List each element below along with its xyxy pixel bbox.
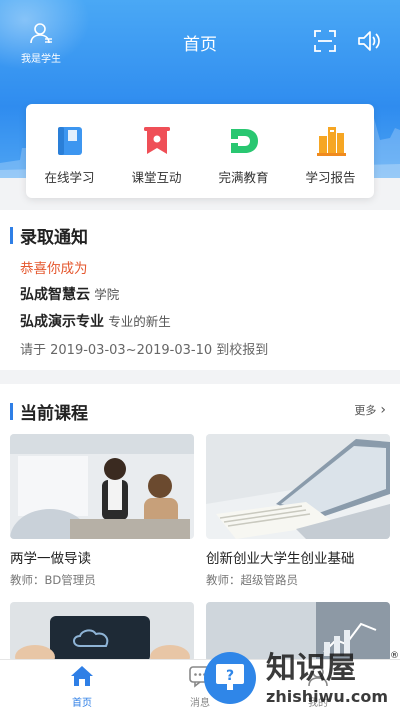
school-line: 弘成智慧云 学院 bbox=[20, 284, 400, 304]
quick-action-full-education[interactable]: 完满教育 bbox=[200, 104, 287, 198]
audio-button[interactable] bbox=[356, 28, 382, 54]
course-teacher: 教师：BD管理员 bbox=[10, 573, 96, 587]
major-suffix: 专业的新生 bbox=[108, 314, 171, 329]
tab-label: 首页 bbox=[72, 698, 92, 709]
more-courses-link[interactable]: 更多 › bbox=[354, 402, 386, 418]
page-title: 首页 bbox=[183, 35, 217, 55]
school-suffix: 学院 bbox=[94, 287, 120, 302]
quick-action-label: 在线学习 bbox=[44, 170, 95, 185]
book-icon bbox=[57, 127, 82, 155]
more-label: 更多 bbox=[354, 404, 377, 417]
section-header: 当前课程 bbox=[0, 396, 400, 426]
quick-action-online-learning[interactable]: 在线学习 bbox=[26, 104, 113, 198]
course-card[interactable] bbox=[10, 602, 194, 662]
scan-icon bbox=[314, 30, 336, 52]
section-accent-bar bbox=[10, 226, 13, 244]
section-header: 录取通知 bbox=[0, 220, 400, 250]
d-letter-icon bbox=[230, 129, 258, 153]
course-thumbnail bbox=[206, 434, 390, 539]
section-title: 当前课程 bbox=[20, 403, 88, 424]
quick-action-study-report[interactable]: 学习报告 bbox=[287, 104, 374, 198]
congrats-text: 恭喜你成为 bbox=[20, 261, 88, 277]
tab-home[interactable]: 首页 bbox=[52, 664, 112, 709]
course-card[interactable]: 创新创业大学生创业基础 教师：超级管路员 bbox=[206, 434, 390, 588]
quick-actions-card: 在线学习 课堂互动 完满教育 学习报告 bbox=[26, 104, 374, 198]
home-icon bbox=[71, 666, 93, 686]
site-watermark: ? 知识屋 ® zhishiwu.com bbox=[200, 636, 400, 711]
course-card[interactable]: 两学一做导读 教师：BD管理员 bbox=[10, 434, 194, 588]
admission-notice-section: 录取通知 恭喜你成为 弘成智慧云 学院 弘成演示专业 专业的新生 请于 2019… bbox=[0, 210, 400, 370]
quick-action-label: 学习报告 bbox=[305, 170, 356, 185]
bar-chart-icon bbox=[316, 127, 346, 156]
major-line: 弘成演示专业 专业的新生 bbox=[20, 311, 400, 331]
course-teacher: 教师：超级管路员 bbox=[206, 573, 298, 587]
section-accent-bar bbox=[10, 402, 13, 420]
section-title: 录取通知 bbox=[20, 227, 88, 248]
scan-button[interactable] bbox=[312, 28, 338, 54]
svg-text:®: ® bbox=[390, 651, 399, 661]
quick-action-class-interaction[interactable]: 课堂互动 bbox=[113, 104, 200, 198]
quick-action-label: 课堂互动 bbox=[131, 170, 182, 185]
chevron-right-icon: › bbox=[380, 402, 386, 418]
svg-text:?: ? bbox=[226, 668, 234, 684]
banner-icon bbox=[143, 127, 170, 154]
current-courses-section: 当前课程 更多 › 两学一做导读 教师：BD管理员 创新创业大学生创业基础 教师… bbox=[0, 384, 400, 662]
school-name: 弘成智慧云 bbox=[20, 287, 90, 303]
course-title: 两学一做导读 bbox=[10, 551, 91, 567]
course-thumbnail bbox=[10, 602, 194, 662]
speaker-icon bbox=[358, 31, 380, 51]
quick-action-label: 完满教育 bbox=[218, 170, 269, 185]
watermark-brand: 知识屋 bbox=[266, 651, 356, 686]
report-date-text: 请于 2019-03-03~2019-03-10 到校报到 bbox=[20, 343, 269, 358]
course-title: 创新创业大学生创业基础 bbox=[206, 551, 355, 567]
major-name: 弘成演示专业 bbox=[20, 314, 104, 330]
course-thumbnail bbox=[10, 434, 194, 539]
watermark-domain: zhishiwu.com bbox=[266, 687, 388, 706]
